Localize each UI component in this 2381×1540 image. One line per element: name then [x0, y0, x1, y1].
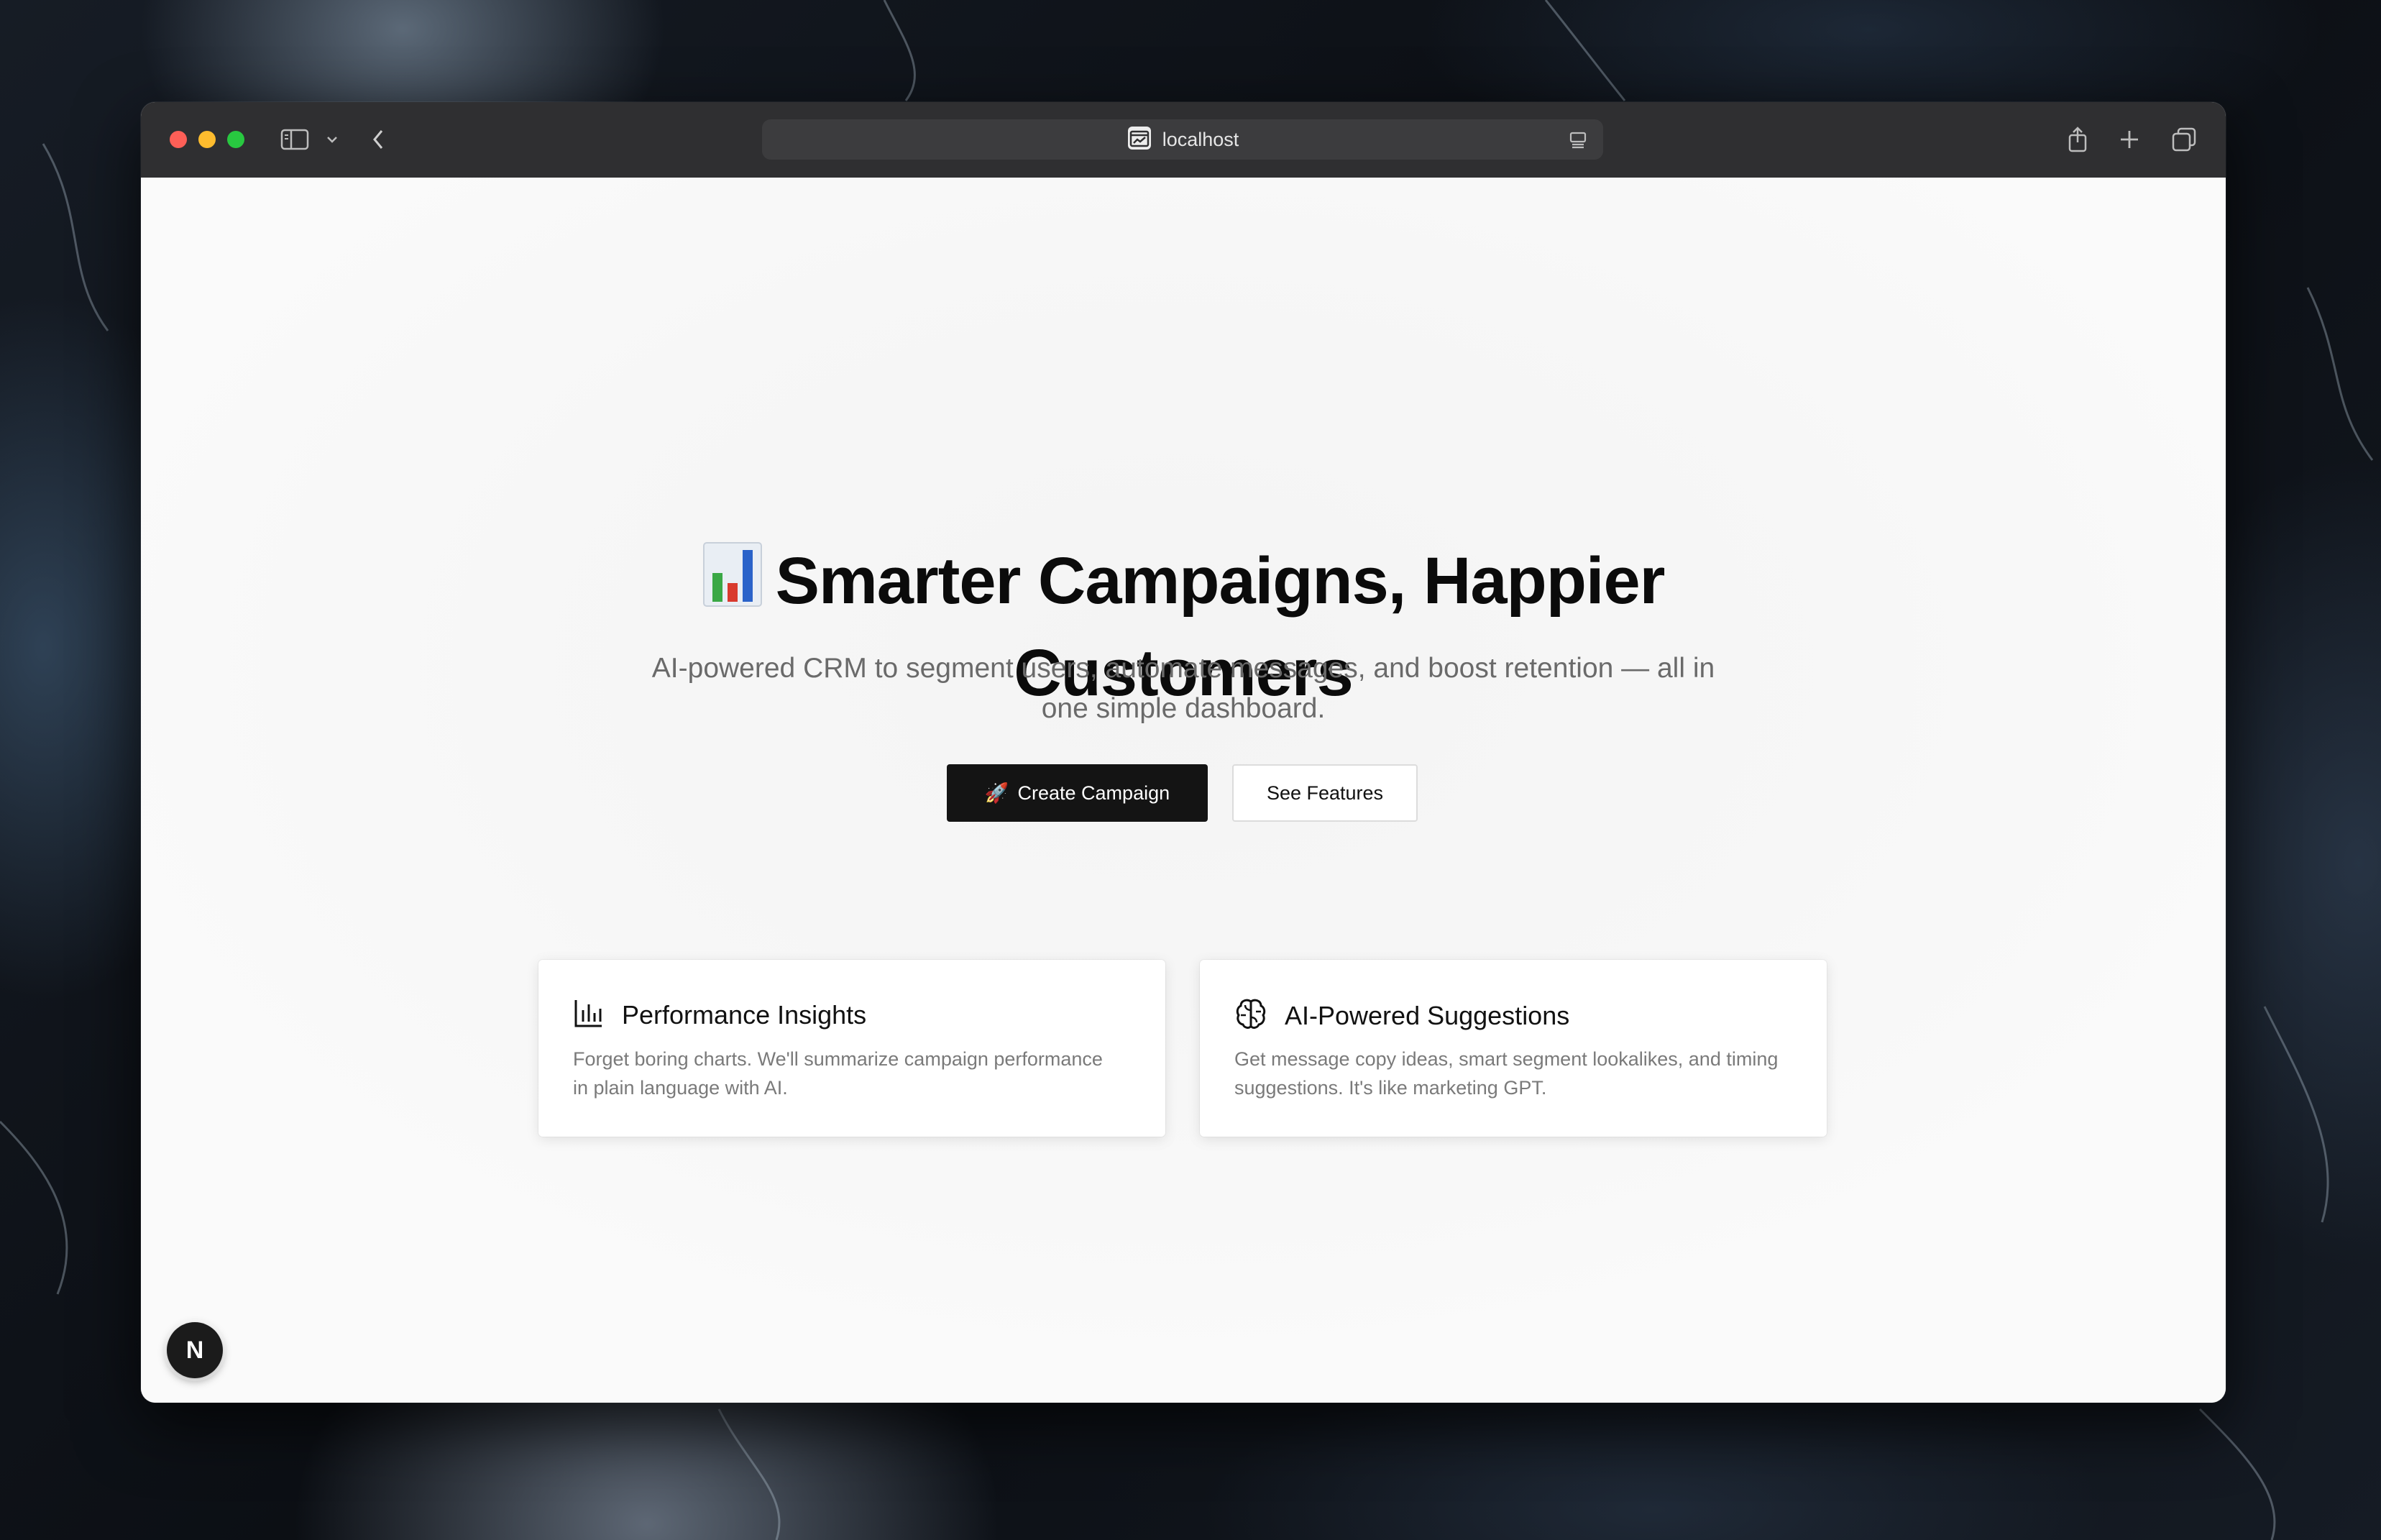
hero-subtitle: AI-powered CRM to segment users, automat… [608, 648, 1758, 729]
feature-card-title: Performance Insights [622, 999, 867, 1030]
see-features-button[interactable]: See Features [1232, 764, 1418, 822]
hero-subtitle-line-1: AI-powered CRM to segment users, automat… [651, 653, 1715, 684]
feature-card-description-line-1: Forget boring charts. We'll summarize ca… [573, 1048, 1103, 1070]
address-bar[interactable]: localhost [762, 119, 1603, 160]
share-icon[interactable] [2063, 124, 2092, 155]
tabs-overview-icon[interactable] [2168, 124, 2200, 155]
browser-window: localhost Smarter Campaigns, Happier Cus… [141, 102, 2226, 1403]
feature-card-header: Performance Insights [573, 997, 866, 1032]
feature-card-title: AI-Powered Suggestions [1285, 1000, 1570, 1030]
hero-subtitle-line-2: one simple dashboard. [1041, 693, 1326, 724]
reader-icon[interactable] [1567, 129, 1589, 151]
chevron-down-icon[interactable] [322, 129, 342, 150]
site-favicon-icon [1127, 125, 1152, 155]
feature-card-description-line-2: in plain language with AI. [573, 1077, 788, 1099]
hero-title-text-1: Smarter Campaigns, Happier [775, 544, 1666, 618]
create-campaign-button[interactable]: 🚀 Create Campaign [947, 764, 1208, 822]
page-content: Smarter Campaigns, Happier Customers AI-… [141, 178, 2226, 1403]
bar-chart-emoji-icon [702, 541, 763, 629]
feature-card-header: AI-Powered Suggestions [1234, 997, 1569, 1034]
create-campaign-label: Create Campaign [1017, 782, 1170, 804]
nextjs-dev-indicator[interactable]: N [167, 1322, 223, 1378]
hero-title-line-1: Smarter Campaigns, Happier [141, 537, 2226, 629]
bar-chart-icon [573, 997, 605, 1032]
feature-card-description: Forget boring charts. We'll summarize ca… [573, 1045, 1131, 1102]
url-text: localhost [1162, 128, 1239, 150]
feature-card-ai-suggestions: AI-Powered Suggestions Get message copy … [1200, 960, 1827, 1137]
brain-icon [1234, 997, 1267, 1034]
close-window-button[interactable] [170, 131, 187, 148]
feature-card-description: Get message copy ideas, smart segment lo… [1234, 1045, 1792, 1102]
browser-toolbar: localhost [141, 102, 2226, 178]
sidebar-icon[interactable] [279, 124, 311, 155]
minimize-window-button[interactable] [198, 131, 216, 148]
rocket-icon: 🚀 [984, 782, 1009, 804]
back-icon[interactable] [365, 125, 391, 154]
address-bar-content: localhost [762, 119, 1603, 160]
feature-card-description-line-1: Get message copy ideas, smart segment lo… [1234, 1048, 1779, 1070]
feature-card-description-line-2: suggestions. It's like marketing GPT. [1234, 1077, 1547, 1099]
zoom-window-button[interactable] [227, 131, 244, 148]
plus-icon[interactable] [2115, 125, 2144, 154]
feature-card-performance: Performance Insights Forget boring chart… [538, 960, 1165, 1137]
